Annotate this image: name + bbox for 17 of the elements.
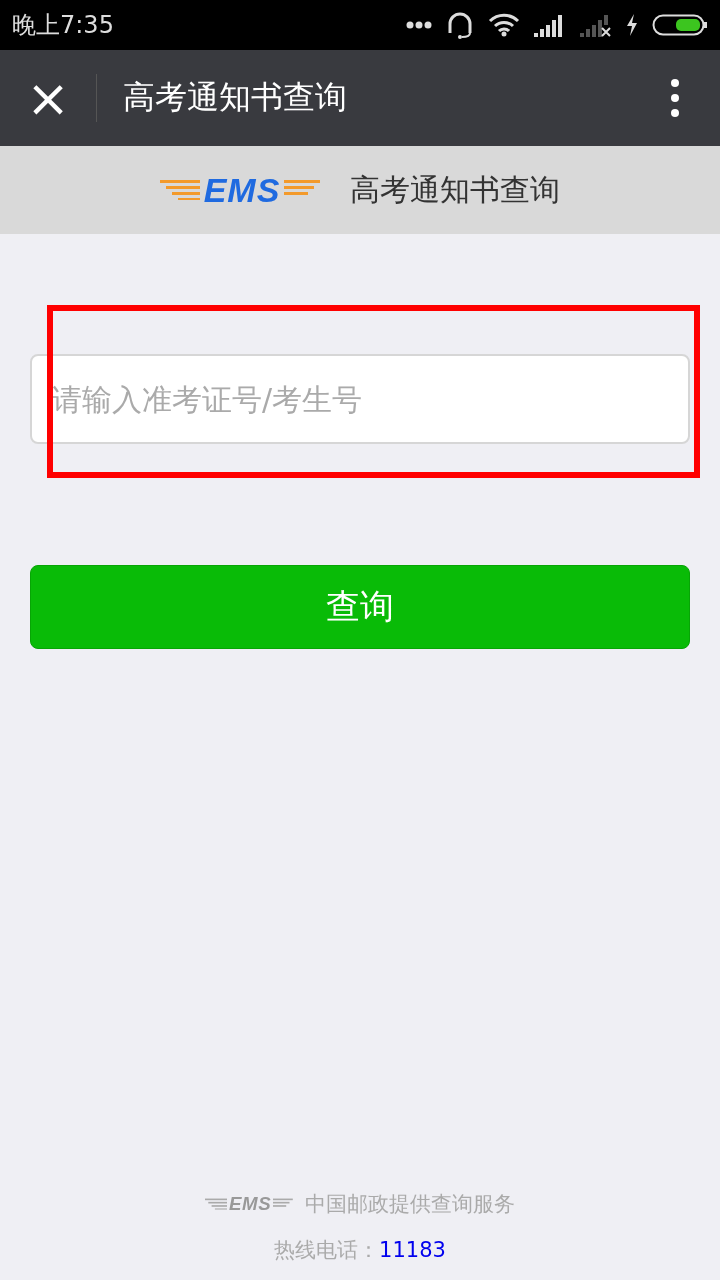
close-button[interactable]: × bbox=[0, 50, 96, 146]
no-signal-icon bbox=[580, 13, 612, 37]
page-title: 高考通知书查询 bbox=[122, 77, 348, 118]
more-icon bbox=[406, 21, 432, 29]
ems-logo: EMS bbox=[204, 1193, 294, 1215]
hotline-label: 热线电话： bbox=[274, 1237, 380, 1264]
ems-logo: EMS bbox=[159, 170, 321, 210]
wifi-icon bbox=[488, 13, 520, 37]
more-icon[interactable] bbox=[670, 78, 680, 118]
charging-icon bbox=[626, 14, 638, 36]
battery-icon bbox=[652, 14, 708, 36]
headset-icon bbox=[446, 11, 474, 39]
hotline-link[interactable]: 11183 bbox=[379, 1238, 446, 1262]
exam-number-field[interactable]: 请输入准考证号/考生号 bbox=[30, 354, 690, 444]
status-time: 晚上7:35 bbox=[12, 10, 115, 41]
banner-title: 高考通知书查询 bbox=[350, 170, 561, 209]
provider-text: 中国邮政提供查询服务 bbox=[305, 1191, 516, 1218]
